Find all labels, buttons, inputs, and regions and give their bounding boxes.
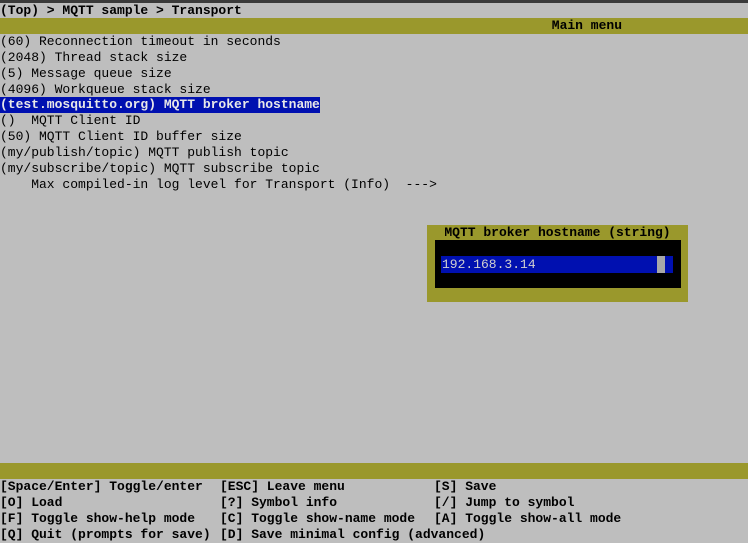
menu-item-client-id-buffer-size[interactable]: (50) MQTT Client ID buffer size	[0, 129, 242, 145]
menu-item-thread-stack-size[interactable]: (2048) Thread stack size	[0, 50, 187, 66]
menu-title-bar: Main menu	[0, 18, 748, 34]
hint-toggle-enter: [Space/Enter] Toggle/enter	[0, 479, 203, 494]
menu-item-client-id[interactable]: () MQTT Client ID	[0, 113, 140, 129]
string-input-dialog: MQTT broker hostname (string) 192.168.3.…	[427, 225, 688, 302]
hint-save: [S] Save	[434, 479, 497, 494]
hint-toggle-name: [C] Toggle show-name mode	[220, 511, 416, 526]
dialog-title: MQTT broker hostname (string)	[444, 225, 671, 240]
hint-save-minimal: [D] Save minimal config (advanced)	[220, 527, 486, 542]
hint-load: [O] Load	[0, 495, 63, 510]
menu-item-reconnection-timeout[interactable]: (60) Reconnection timeout in seconds	[0, 34, 281, 50]
menu-item-publish-topic[interactable]: (my/publish/topic) MQTT publish topic	[0, 145, 289, 161]
hint-quit: [Q] Quit (prompts for save)	[0, 527, 211, 542]
hostname-input-value: 192.168.3.14	[442, 257, 536, 272]
menu-item-subscribe-topic[interactable]: (my/subscribe/topic) MQTT subscribe topi…	[0, 161, 320, 177]
menu-item-log-level[interactable]: Max compiled-in log level for Transport …	[0, 177, 437, 193]
hint-leave-menu: [ESC] Leave menu	[220, 479, 345, 494]
hint-toggle-all: [A] Toggle show-all mode	[434, 511, 622, 526]
dialog-input-area: 192.168.3.14	[435, 240, 681, 288]
footer-bar	[0, 463, 748, 479]
hostname-input[interactable]: 192.168.3.14	[441, 256, 673, 273]
hint-jump-to-symbol: [/] Jump to symbol	[434, 495, 575, 510]
text-cursor	[657, 256, 665, 273]
menu-item-workqueue-stack-size[interactable]: (4096) Workqueue stack size	[0, 82, 211, 98]
hint-symbol-info: [?] Symbol info	[220, 495, 338, 510]
breadcrumb: (Top) > MQTT sample > Transport	[0, 3, 242, 18]
menu-item-message-queue-size[interactable]: (5) Message queue size	[0, 66, 172, 82]
hint-toggle-help: [F] Toggle show-help mode	[0, 511, 196, 526]
menu-item-broker-hostname[interactable]: (test.mosquitto.org) MQTT broker hostnam…	[0, 97, 320, 113]
